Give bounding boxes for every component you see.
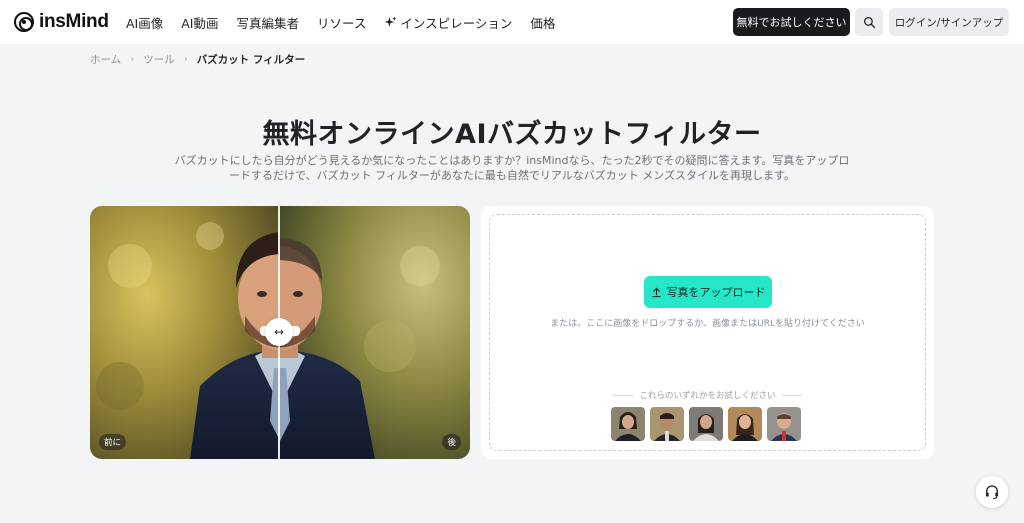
divider-right — [781, 394, 802, 396]
breadcrumb-tools[interactable]: ツール — [143, 52, 175, 67]
search-button[interactable] — [855, 8, 883, 36]
sample-images — [611, 407, 801, 441]
before-label: 前に — [99, 434, 127, 450]
breadcrumb-current: バズカット フィルター — [196, 54, 306, 66]
nav-item-resources[interactable]: リソース — [317, 13, 366, 32]
login-signup-button[interactable]: ログイン/サインアップ — [889, 8, 1009, 36]
sample-image[interactable] — [767, 407, 801, 441]
breadcrumb: ホーム › ツール › バズカット フィルター — [90, 52, 305, 67]
nav-item-inspiration[interactable]: インスピレーション — [384, 13, 512, 32]
sparkle-icon — [384, 16, 397, 27]
after-label: 後 — [442, 434, 461, 450]
chevron-right-icon: › — [130, 54, 135, 65]
sample-image[interactable] — [611, 407, 645, 441]
upload-photo-label: 写真をアップロード — [666, 286, 766, 299]
main-nav: AI画像 AI動画 写真編集者 リソース インスピレーション 価格 — [126, 0, 573, 44]
try-samples-text: これらのいずれかをお試しください — [639, 391, 776, 401]
upload-photo-button[interactable]: 写真をアップロード — [644, 276, 772, 308]
logo[interactable]: insMind — [14, 11, 109, 33]
nav-item-inspiration-label: インスピレーション — [400, 15, 513, 31]
divider-left — [613, 394, 634, 396]
top-header: insMind AI画像 AI動画 写真編集者 リソース インスピレーション 価… — [0, 0, 1024, 44]
drop-hint: または、ここに画像をドロップするか、画像またはURLを貼り付けてください — [550, 319, 865, 329]
headset-icon — [986, 485, 998, 500]
nav-item-ai-image[interactable]: AI画像 — [126, 13, 163, 32]
compare-slider-handle[interactable]: ↔ — [265, 318, 293, 346]
sample-image[interactable] — [728, 407, 762, 441]
try-samples-label: これらのいずれかをお試しください — [481, 389, 934, 401]
breadcrumb-home[interactable]: ホーム — [90, 52, 121, 67]
nav-item-photo-editor[interactable]: 写真編集者 — [237, 13, 300, 32]
upload-icon — [651, 287, 661, 297]
arrows-horizontal-icon: ↔ — [273, 325, 285, 339]
logo-text: insMind — [39, 11, 109, 32]
search-icon — [863, 16, 875, 28]
page-subtitle: バズカットにしたら自分がどう見えるか気になったことはありますか？insMindな… — [174, 154, 850, 182]
before-after-compare[interactable]: ↔ 前に 後 — [90, 206, 470, 459]
free-trial-button[interactable]: 無料でお試しください — [733, 8, 850, 36]
logo-icon — [14, 12, 34, 32]
nav-item-pricing[interactable]: 価格 — [530, 13, 555, 32]
support-button[interactable] — [976, 476, 1008, 508]
sample-image[interactable] — [689, 407, 723, 441]
nav-item-ai-video[interactable]: AI動画 — [181, 13, 218, 32]
chevron-right-icon: › — [183, 54, 188, 65]
page-title: 無料オンラインAIバズカットフィルター — [262, 119, 762, 150]
sample-image[interactable] — [650, 407, 684, 441]
